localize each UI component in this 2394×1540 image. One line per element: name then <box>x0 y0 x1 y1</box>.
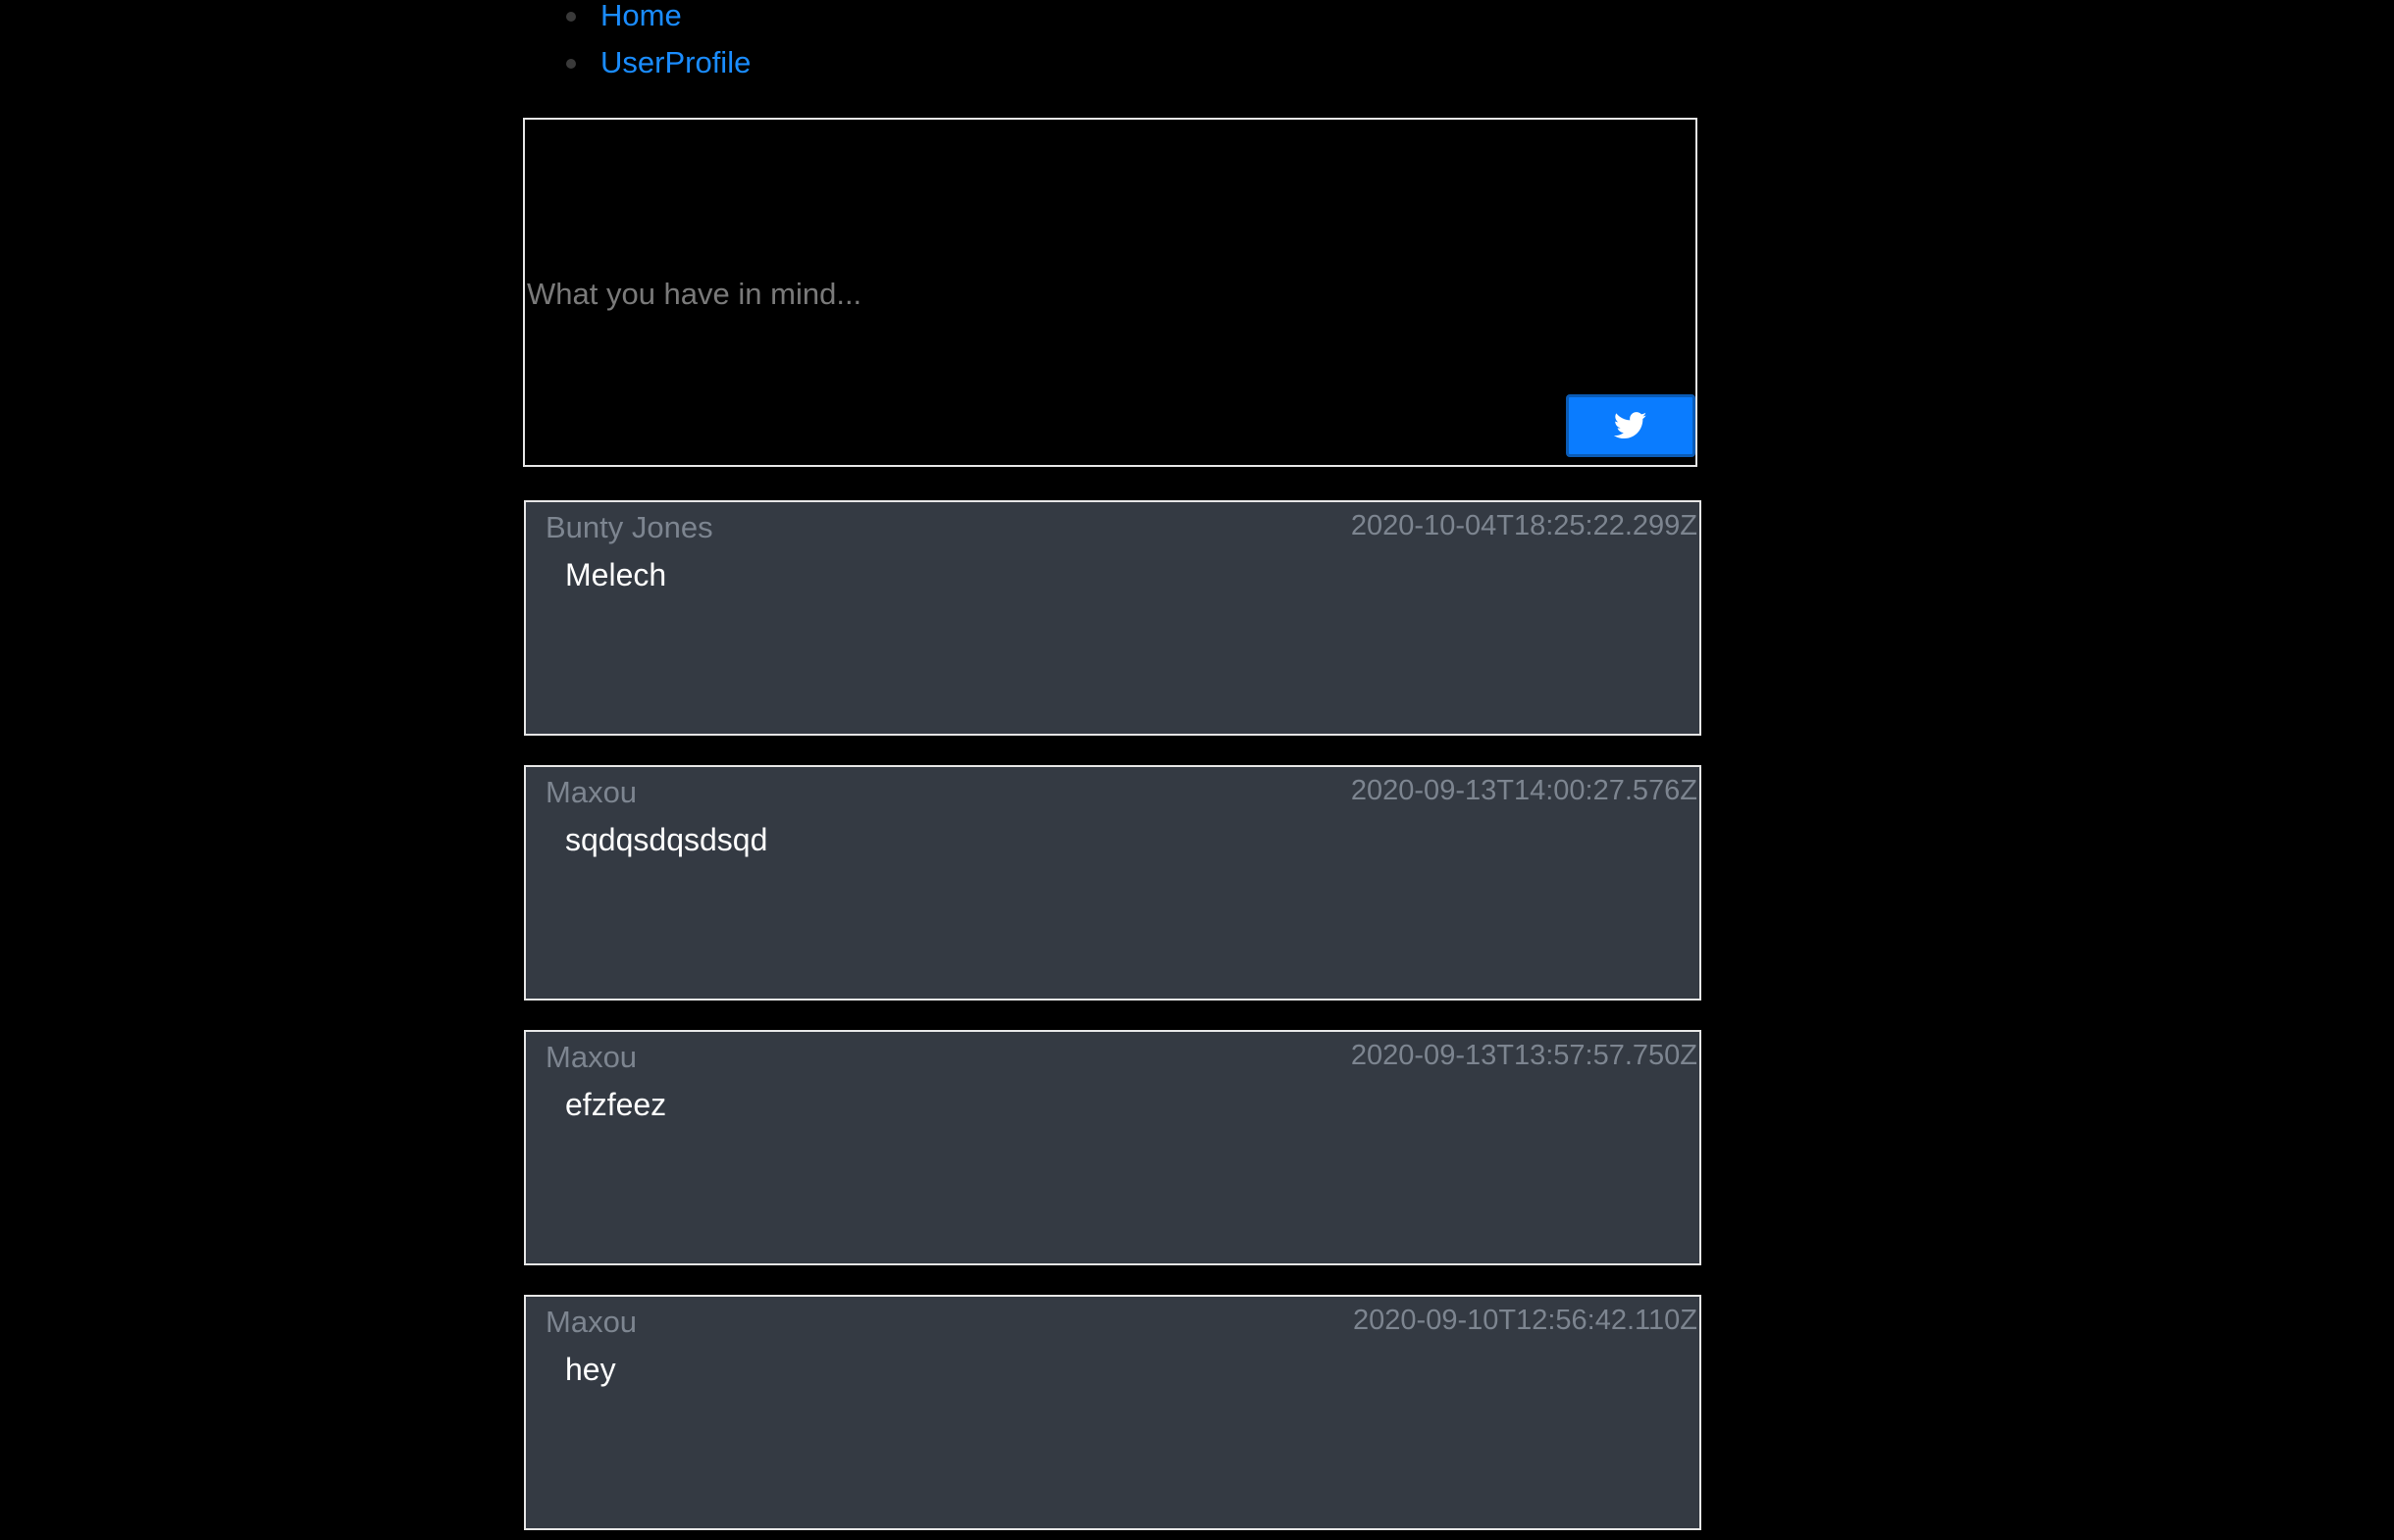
tweet-content: efzfeez <box>565 1087 667 1122</box>
tweet-card: Maxou 2020-09-13T14:00:27.576Z sqdqsdqsd… <box>524 765 1701 1001</box>
tweet-content: sqdqsdqsdsqd <box>565 822 768 857</box>
nav-item-home: Home <box>565 0 751 39</box>
nav-link-home[interactable]: Home <box>600 0 682 32</box>
tweet-input[interactable] <box>527 120 1685 469</box>
tweet-date: 2020-09-13T13:57:57.750Z <box>1350 1040 1697 1071</box>
tweet-content: Melech <box>565 557 667 592</box>
tweet-submit-button[interactable] <box>1566 394 1695 457</box>
tweet-date: 2020-09-13T14:00:27.576Z <box>1350 775 1697 806</box>
tweet-author: Bunty Jones <box>546 510 713 544</box>
tweet-author: Maxou <box>546 775 638 809</box>
tweet-date: 2020-09-10T12:56:42.110Z <box>1353 1305 1697 1336</box>
nav-item-userprofile: UserProfile <box>565 39 751 86</box>
nav-link-userprofile[interactable]: UserProfile <box>600 45 751 79</box>
main-nav: Home UserProfile <box>522 0 751 86</box>
tweet-card: Bunty Jones 2020-10-04T18:25:22.299Z Mel… <box>524 500 1701 736</box>
tweet-composer <box>523 118 1697 469</box>
twitter-bird-icon <box>1614 412 1647 439</box>
tweet-card: Maxou 2020-09-10T12:56:42.110Z hey <box>524 1295 1701 1530</box>
tweet-date: 2020-10-04T18:25:22.299Z <box>1350 510 1697 541</box>
tweet-card: Maxou 2020-09-13T13:57:57.750Z efzfeez <box>524 1030 1701 1265</box>
tweet-author: Maxou <box>546 1305 638 1339</box>
tweet-author: Maxou <box>546 1040 638 1074</box>
tweet-content: hey <box>565 1352 616 1387</box>
